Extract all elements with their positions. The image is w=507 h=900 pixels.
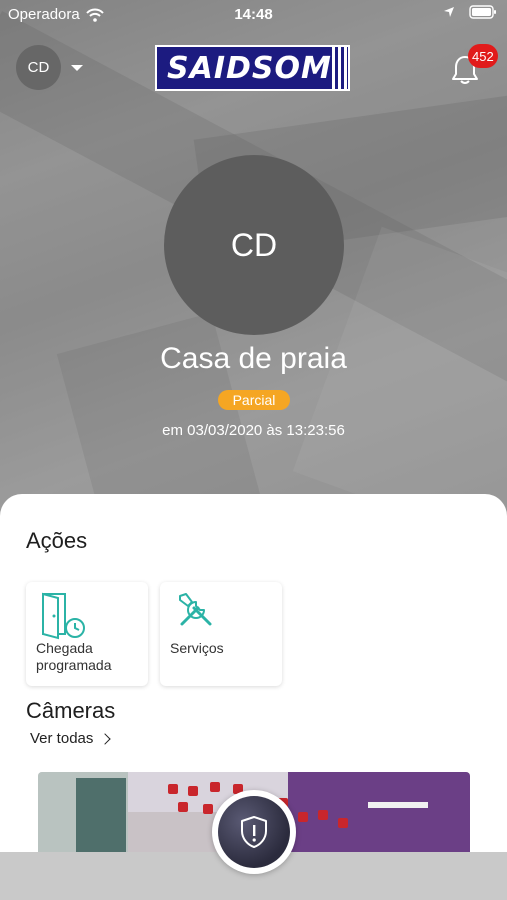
status-badge: Parcial <box>218 390 290 410</box>
profile-switcher[interactable]: CD <box>16 45 83 90</box>
chevron-right-icon <box>99 732 112 745</box>
services-card[interactable]: Serviços <box>160 582 282 686</box>
property-avatar: CD <box>164 155 344 335</box>
logo-text: SAIDSOM <box>167 50 332 86</box>
see-all-cameras-link[interactable]: Ver todas <box>30 730 112 747</box>
battery-icon <box>469 5 496 19</box>
chevron-down-icon <box>71 64 83 71</box>
logo-bars <box>331 47 353 89</box>
notification-badge[interactable]: 452 <box>468 44 498 68</box>
location-arrow-icon <box>444 7 454 17</box>
property-name: Casa de praia <box>160 342 347 375</box>
clock: 14:48 <box>234 6 273 23</box>
scheduled-arrival-label: Chegada programada <box>36 640 112 673</box>
shield-alert-icon <box>241 816 267 848</box>
tools-icon <box>179 593 212 626</box>
see-all-label: Ver todas <box>30 730 94 747</box>
status-bar: Operadora 14:48 <box>0 0 507 28</box>
alarm-shield-button[interactable] <box>212 790 296 874</box>
services-label: Serviços <box>170 640 224 656</box>
avatar: CD <box>16 45 61 90</box>
scheduled-arrival-card[interactable]: Chegada programada <box>26 582 148 686</box>
brand-logo: SAIDSOM <box>155 45 350 91</box>
actions-title: Ações <box>26 528 88 553</box>
door-clock-icon <box>42 592 85 640</box>
cameras-title: Câmeras <box>26 698 116 723</box>
status-timestamp: em 03/03/2020 às 13:23:56 <box>162 422 345 439</box>
